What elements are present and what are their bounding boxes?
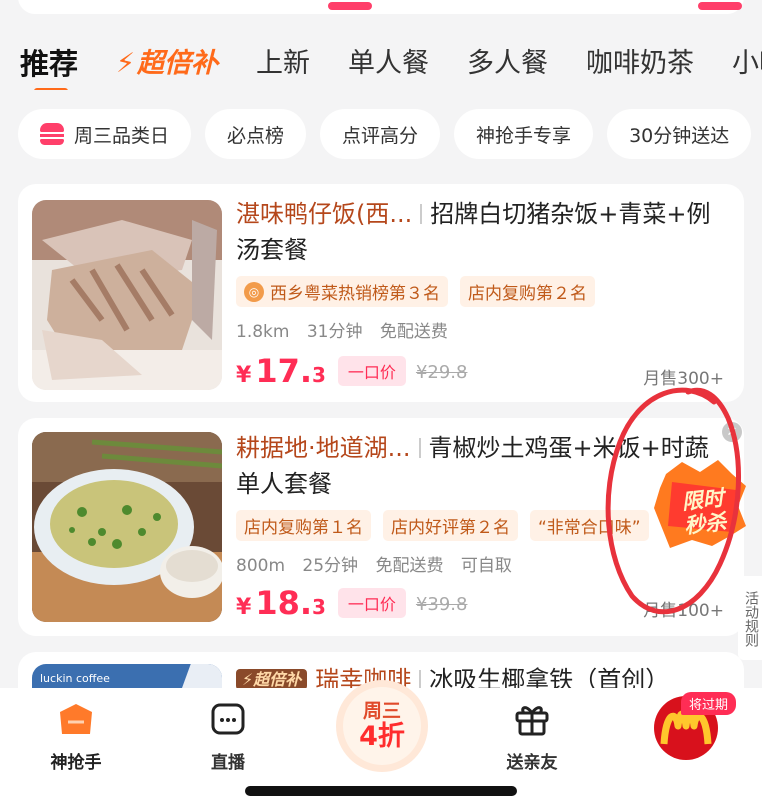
repurchase-tag: 店内复购第２名 [460,276,595,307]
chip-label: 周三品类日 [74,124,170,147]
distance: 1.8km [236,322,290,342]
product-image [32,200,222,390]
super-subsidy-badge: ⚡超倍补 [236,669,308,690]
chip-label: 点评高分 [342,124,419,147]
price-row: ¥17.3 一口价 ¥29.8 [236,352,467,390]
review-quote-tag: “非常合口味” [530,510,649,541]
nav-live[interactable]: 直播 [168,702,288,773]
tab-label: 多人餐 [466,48,548,79]
product-card[interactable]: 湛味鸭仔饭(西... 招牌白切猪杂饭+青菜+例汤套餐 ◎ 西乡粤菜热销榜第３名 店内… [18,184,744,402]
original-price: ¥29.8 [415,362,468,383]
delivery-meta: 800m 25分钟 免配送费 可自取 [236,551,724,576]
fixed-price-badge: 一口价 [337,588,406,618]
original-price: ¥39.8 [415,594,468,615]
luckin-logo: luckin coffee [40,672,110,685]
product-title-line: 耕据地·地道湖... 青椒炒土鸡蛋+米饭+时蔬单人套餐 [236,430,724,502]
bottom-navigation: 神抢手 直播 周三 4折 送亲友 [0,680,762,800]
fixed-price-badge: 一口价 [337,356,406,386]
chip-must-order[interactable]: 必点榜 [205,109,307,159]
tab-label: 推荐 [20,47,79,81]
chip-label: 神抢手专享 [476,124,572,147]
discount-rate: 4折 [359,721,405,752]
flash-sale-text: 限时 秒杀 [680,485,728,539]
delivery-time: 25分钟 [302,556,359,576]
product-image [32,432,222,622]
remnant-pill [328,2,372,10]
remnant-pill [698,2,742,10]
chip-label: 30分钟送达 [629,124,730,147]
chip-wednesday-category-day[interactable]: 周三品类日 [18,109,192,159]
tab-label: 咖啡奶茶 [585,48,694,79]
shield-icon [60,704,92,734]
chip-high-rating[interactable]: 点评高分 [320,109,441,159]
self-pickup: 可自取 [460,556,512,576]
product-info: 耕据地·地道湖... 青椒炒土鸡蛋+米饭+时蔬单人套餐 店内复购第１名 店内好评第… [236,430,724,576]
shop-name[interactable]: 湛味鸭仔饭(西... [236,200,412,228]
previous-card-remnant [18,0,744,14]
tab-single-meal[interactable]: 单人餐 [348,42,429,86]
home-indicator[interactable] [245,786,517,796]
shop-name[interactable]: 耕据地·地道湖... [236,434,411,462]
filter-chips: 周三品类日 必点榜 点评高分 神抢手专享 30分钟送达 [18,109,762,159]
tag-row: ◎ 西乡粤菜热销榜第３名 店内复购第２名 [236,276,724,307]
tab-snacks[interactable]: 小吃 [732,42,762,86]
tab-label: 超倍补 [136,48,218,79]
tab-super-subsidy[interactable]: ⚡ 超倍补 [116,42,218,86]
nav-label: 神抢手 [50,753,102,773]
product-info: 湛味鸭仔饭(西... 招牌白切猪杂饭+青菜+例汤套餐 ◎ 西乡粤菜热销榜第３名 店内… [236,196,724,342]
tab-recommend[interactable]: 推荐 [20,42,79,90]
rating-tag: 店内好评第２名 [383,510,518,541]
discount-inner: 周三 4折 [343,687,421,765]
delivery-fee: 免配送费 [375,556,444,576]
product-card[interactable]: 耕据地·地道湖... 青椒炒土鸡蛋+米饭+时蔬单人套餐 店内复购第１名 店内好评第… [18,418,744,636]
lightning-icon: ⚡ [116,48,135,79]
nav-label: 送亲友 [506,753,558,773]
tab-label: 单人餐 [347,48,429,79]
tab-multi-meal[interactable]: 多人餐 [467,42,548,86]
tab-coffee-tea[interactable]: 咖啡奶茶 [586,42,694,86]
expiring-badge: 将过期 [681,692,737,715]
tag-row: 店内复购第１名 店内好评第２名 “非常合口味” [236,510,724,541]
price-row: ¥18.3 一口价 ¥39.8 [236,584,467,622]
nav-deals[interactable]: 神抢手 [16,702,136,773]
ranking-tag: ◎ 西乡粤菜热销榜第３名 [236,276,448,307]
price: ¥17.3 [236,352,326,390]
delivery-time: 31分钟 [306,322,363,342]
category-tabs: 推荐 ⚡超倍补 上新 单人餐 多人餐 咖啡奶茶 小吃 [0,38,762,90]
chip-label: 必点榜 [227,124,285,147]
delivery-fee: 免配送费 [379,322,448,342]
chip-30min-delivery[interactable]: 30分钟送达 [607,109,752,159]
price: ¥18.3 [236,584,326,622]
wednesday-discount-button[interactable]: 周三 4折 [336,680,428,772]
tab-label: 上新 [255,48,310,79]
monthly-sales: 月售300+ [643,369,724,389]
distance: 800m [236,556,286,576]
tab-label: 小吃 [731,48,762,79]
monthly-sales: 月售100+ [643,601,724,621]
product-title-line: 湛味鸭仔饭(西... 招牌白切猪杂饭+青菜+例汤套餐 [236,196,724,268]
gift-icon [515,706,549,736]
divider [418,438,421,458]
medal-icon: ◎ [244,281,264,302]
burger-icon [40,123,64,145]
close-icon[interactable]: ✕ [722,422,742,442]
flash-sale-badge[interactable]: 限时 秒杀 [652,460,748,550]
delivery-meta: 1.8km 31分钟 免配送费 [236,317,724,342]
live-tv-icon [211,703,245,735]
divider [419,670,422,690]
tab-new[interactable]: 上新 [256,42,310,86]
divider [420,204,423,224]
nav-label: 直播 [211,753,245,773]
repurchase-tag: 店内复购第１名 [236,510,371,541]
discount-day: 周三 [362,700,401,722]
nav-gift-friends[interactable]: 送亲友 [472,702,592,773]
activity-rules-tab[interactable]: 活动规则 [738,576,762,660]
chip-exclusive[interactable]: 神抢手专享 [454,109,594,159]
